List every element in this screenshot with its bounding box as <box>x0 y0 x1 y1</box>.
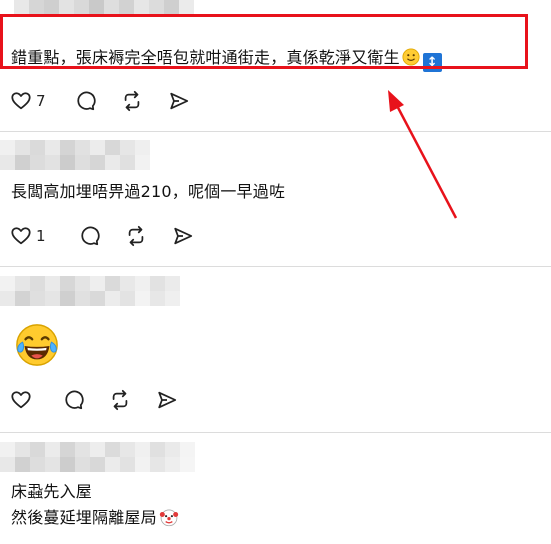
repost-button[interactable] <box>120 90 144 112</box>
divider <box>0 131 551 132</box>
comment-actions: 7 <box>10 89 206 113</box>
comment-actions: 1 <box>10 224 210 248</box>
like-count: 1 <box>36 227 46 245</box>
comment-text: 長闆高加埋唔畀過210，呢個一早過咗 <box>11 180 285 204</box>
username-blurred[interactable] <box>0 140 160 170</box>
comment-line-1: 床蝨先入屋 <box>11 480 92 504</box>
like-count: 7 <box>36 92 46 110</box>
comment-feed: 錯重點，張床褥完全唔包就咁通街走，真係乾淨又衛生 ↕ 7 長闆高加埋唔畀過210… <box>0 0 551 544</box>
heart-icon <box>11 92 31 110</box>
like-button[interactable]: 7 <box>10 90 46 112</box>
send-icon <box>158 391 177 409</box>
repost-button[interactable] <box>108 389 132 411</box>
send-icon <box>173 227 192 245</box>
comment-actions <box>10 388 194 412</box>
clown-face-icon <box>159 509 178 527</box>
repost-icon <box>112 389 128 411</box>
share-button[interactable] <box>156 389 178 411</box>
comment-body: 床蝨先入屋 <box>11 482 93 501</box>
send-icon <box>169 92 188 110</box>
comment-icon <box>65 390 84 410</box>
comment-body: 然後蔓延埋隔離屋局 <box>11 508 157 527</box>
divider <box>0 266 551 267</box>
share-button[interactable] <box>172 225 194 247</box>
share-button[interactable] <box>168 90 190 112</box>
reply-button[interactable] <box>78 225 100 247</box>
comment-icon <box>76 91 96 111</box>
comment-body: 長闆高加埋唔畀過210，呢個一早過咗 <box>11 182 286 201</box>
reply-button[interactable] <box>62 389 84 411</box>
username-blurred[interactable] <box>0 276 180 306</box>
like-button[interactable]: 1 <box>10 225 46 247</box>
repost-icon <box>124 90 139 112</box>
comment-line-2: 然後蔓延埋隔離屋局 <box>11 506 179 530</box>
heart-icon <box>11 227 31 245</box>
highlight-box <box>0 14 528 69</box>
heart-icon <box>11 391 31 409</box>
comment-icon <box>80 226 100 246</box>
repost-icon <box>128 225 143 247</box>
divider <box>0 432 551 433</box>
face-with-tears-of-joy-icon <box>16 324 58 366</box>
reply-button[interactable] <box>74 90 96 112</box>
username-blurred[interactable] <box>0 442 195 472</box>
repost-button[interactable] <box>124 225 148 247</box>
like-button[interactable] <box>10 389 32 411</box>
